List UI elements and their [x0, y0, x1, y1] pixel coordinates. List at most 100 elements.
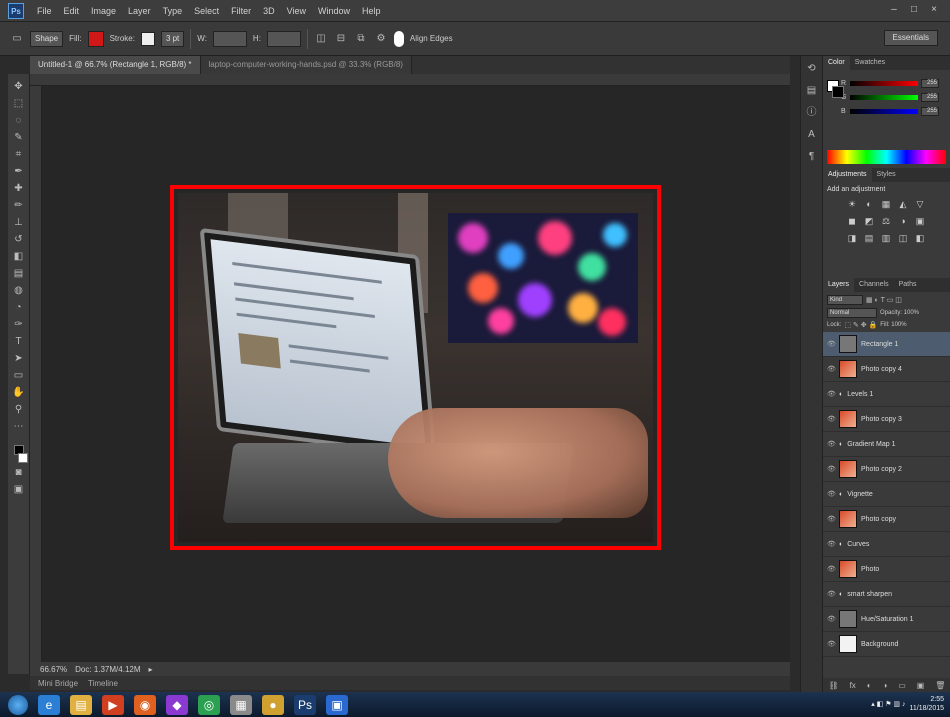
- eyedropper-tool-icon[interactable]: ✒: [12, 165, 26, 179]
- layer-row[interactable]: 👁 Photo copy 2: [823, 457, 950, 482]
- layer-row[interactable]: 👁 ◐ Vignette: [823, 482, 950, 507]
- color-slider[interactable]: [850, 94, 918, 100]
- panel-tab-mini-bridge[interactable]: Mini Bridge: [38, 679, 78, 688]
- layer-row[interactable]: 👁 ◐ Gradient Map 1: [823, 432, 950, 457]
- tray-icons[interactable]: ▴ ◧ ⚑ ▥ ♪: [871, 700, 905, 708]
- menu-type[interactable]: Type: [158, 4, 188, 18]
- adjustment-icon[interactable]: ▣: [913, 214, 927, 228]
- taskbar-app7-icon[interactable]: ▦: [230, 694, 252, 715]
- tab-styles[interactable]: Styles: [872, 168, 901, 182]
- tab-channels[interactable]: Channels: [854, 278, 894, 292]
- history-brush-tool-icon[interactable]: ↺: [12, 233, 26, 247]
- visibility-eye-icon[interactable]: 👁: [827, 540, 836, 548]
- dodge-tool-icon[interactable]: ◔: [12, 301, 26, 315]
- tab-layers[interactable]: Layers: [823, 278, 855, 292]
- adjustment-icon[interactable]: ◫: [896, 231, 910, 245]
- menu-window[interactable]: Window: [313, 4, 355, 18]
- layers-footer-icon[interactable]: ⛓: [828, 681, 838, 690]
- menu-file[interactable]: File: [32, 4, 57, 18]
- clone-stamp-tool-icon[interactable]: ⊥: [12, 216, 26, 230]
- taskbar-explorer-icon[interactable]: e: [38, 694, 60, 715]
- workspace-select[interactable]: Essentials: [883, 30, 938, 46]
- gear-icon[interactable]: ⚙: [374, 32, 388, 46]
- menu-edit[interactable]: Edit: [59, 4, 85, 18]
- healing-tool-icon[interactable]: ✚: [12, 182, 26, 196]
- lasso-tool-icon[interactable]: ◌: [12, 114, 26, 128]
- marquee-tool-icon[interactable]: ⬚: [12, 97, 26, 111]
- visibility-eye-icon[interactable]: 👁: [827, 590, 836, 598]
- adjustment-icon[interactable]: ◩: [862, 214, 876, 228]
- adjustment-icon[interactable]: ☀: [845, 197, 859, 211]
- adjustment-icon[interactable]: ▤: [862, 231, 876, 245]
- layer-row[interactable]: 👁 Photo copy 4: [823, 357, 950, 382]
- adjustment-icon[interactable]: ◑: [896, 214, 910, 228]
- shape-tool-icon[interactable]: ▭: [10, 32, 24, 46]
- paragraph-panel-icon[interactable]: ¶: [805, 150, 819, 164]
- taskbar-chrome-icon[interactable]: ◎: [198, 694, 220, 715]
- zoom-level[interactable]: 66.67%: [40, 665, 67, 674]
- visibility-eye-icon[interactable]: 👁: [827, 615, 836, 623]
- visibility-eye-icon[interactable]: 👁: [827, 340, 836, 348]
- visibility-eye-icon[interactable]: 👁: [827, 465, 836, 473]
- visibility-eye-icon[interactable]: 👁: [827, 390, 836, 398]
- tab-paths[interactable]: Paths: [894, 278, 922, 292]
- character-panel-icon[interactable]: A: [805, 128, 819, 142]
- maximize-button[interactable]: □: [906, 3, 922, 17]
- visibility-eye-icon[interactable]: 👁: [827, 415, 836, 423]
- taskbar-media-icon[interactable]: ▶: [102, 694, 124, 715]
- height-field[interactable]: [266, 30, 301, 47]
- adjustment-icon[interactable]: ◧: [913, 231, 927, 245]
- quick-select-tool-icon[interactable]: ✎: [12, 131, 26, 145]
- crop-tool-icon[interactable]: ⌗: [12, 148, 26, 162]
- blur-tool-icon[interactable]: ◍: [12, 284, 26, 298]
- quick-mask-icon[interactable]: ◙: [12, 466, 26, 480]
- start-button[interactable]: [8, 694, 28, 715]
- color-value-field[interactable]: 255: [921, 78, 939, 88]
- layer-row[interactable]: 👁 Hue/Saturation 1: [823, 607, 950, 632]
- taskbar-photoshop-icon[interactable]: Ps: [294, 694, 316, 715]
- visibility-eye-icon[interactable]: 👁: [827, 640, 836, 648]
- menu-layer[interactable]: Layer: [123, 4, 156, 18]
- background-color-swatch[interactable]: [17, 453, 28, 463]
- adjustment-icon[interactable]: ◨: [845, 231, 859, 245]
- fill-field[interactable]: Fill: 100%: [880, 322, 906, 328]
- color-value-field[interactable]: 255: [921, 106, 939, 116]
- layer-row[interactable]: 👁 Photo: [823, 557, 950, 582]
- brush-tool-icon[interactable]: ✏: [12, 199, 26, 213]
- document-tab[interactable]: Untitled-1 @ 66.7% (Rectangle 1, RGB/8) …: [30, 56, 201, 74]
- layers-footer-icon[interactable]: ▭: [898, 681, 906, 690]
- layers-footer-icon[interactable]: ◐: [867, 681, 872, 690]
- adjustment-icon[interactable]: ⚖: [879, 214, 893, 228]
- adjustment-icon[interactable]: ▥: [879, 231, 893, 245]
- type-tool-icon[interactable]: T: [12, 335, 26, 349]
- visibility-eye-icon[interactable]: 👁: [827, 490, 836, 498]
- layer-filter-select[interactable]: Kind: [827, 295, 863, 305]
- adjustment-icon[interactable]: ◭: [896, 197, 910, 211]
- visibility-eye-icon[interactable]: 👁: [827, 365, 836, 373]
- gradient-tool-icon[interactable]: ▤: [12, 267, 26, 281]
- stroke-color-swatch[interactable]: [140, 31, 155, 46]
- layers-footer-icon[interactable]: 🗑: [935, 681, 945, 690]
- taskbar-app8-icon[interactable]: ●: [262, 694, 284, 715]
- eraser-tool-icon[interactable]: ◧: [12, 250, 26, 264]
- layer-row[interactable]: 👁 ◐ Levels 1: [823, 382, 950, 407]
- move-tool-icon[interactable]: ✥: [12, 80, 26, 94]
- taskbar-app5-icon[interactable]: ◆: [166, 694, 188, 715]
- path-select-tool-icon[interactable]: ➤: [12, 352, 26, 366]
- taskbar-app10-icon[interactable]: ▣: [326, 694, 348, 715]
- lock-icons[interactable]: ⬚ ✎ ✥ 🔒: [844, 321, 877, 329]
- layers-footer-icon[interactable]: ◑: [883, 681, 888, 690]
- path-arrangement-icon[interactable]: ⧉: [354, 32, 368, 46]
- layer-row[interactable]: 👁 Background: [823, 632, 950, 657]
- menu-image[interactable]: Image: [86, 4, 121, 18]
- more-tools-icon[interactable]: ⋯: [12, 420, 26, 434]
- layer-row[interactable]: 👁 Photo copy: [823, 507, 950, 532]
- color-spectrum[interactable]: [827, 150, 946, 164]
- stroke-width-field[interactable]: 3 pt: [160, 30, 185, 47]
- visibility-eye-icon[interactable]: 👁: [827, 515, 836, 523]
- adjustment-icon[interactable]: ▽: [913, 197, 927, 211]
- blend-mode-select[interactable]: Normal: [827, 308, 877, 318]
- info-panel-icon[interactable]: ⓘ: [805, 106, 819, 120]
- panel-tab-timeline[interactable]: Timeline: [88, 679, 118, 688]
- color-value-field[interactable]: 255: [921, 92, 939, 102]
